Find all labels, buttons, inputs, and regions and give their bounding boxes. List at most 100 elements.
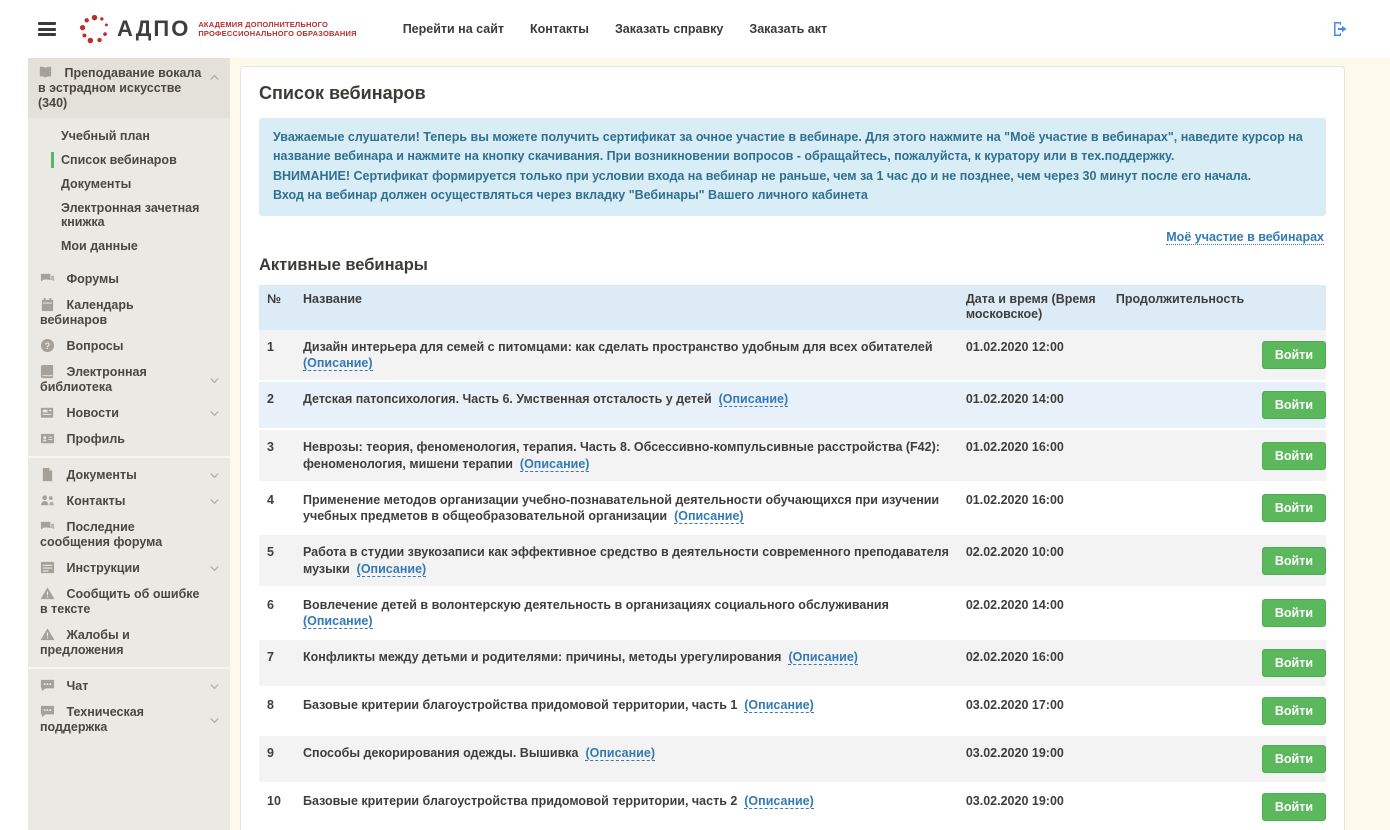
notice-line-1: Уважаемые слушатели! Теперь вы можете по…: [273, 128, 1312, 167]
sidebar-item-chat[interactable]: Чат: [28, 673, 230, 699]
course-title: Преподавание вокала в эстрадном искусств…: [38, 66, 201, 110]
webinar-duration: [1108, 639, 1254, 687]
chevron-down-icon: [209, 681, 220, 692]
sidebar-item-study-plan[interactable]: Учебный план: [28, 124, 230, 148]
sidebar-item-webinar-calendar[interactable]: Календарь вебинаров: [28, 292, 230, 333]
sidebar-group-2: Документы Контакты Последние сообщения ф…: [28, 456, 230, 667]
enter-button[interactable]: Войти: [1262, 649, 1326, 677]
sidebar-item-profile[interactable]: Профиль: [28, 426, 230, 452]
row-num: 8: [259, 687, 295, 735]
col-header-name: Название: [295, 285, 958, 330]
row-num: 10: [259, 783, 295, 830]
description-link[interactable]: (Описание): [788, 650, 858, 665]
enter-button[interactable]: Войти: [1262, 599, 1326, 627]
page-title: Список вебинаров: [259, 83, 1326, 104]
sidebar-item-instructions[interactable]: Инструкции: [28, 555, 230, 581]
description-link[interactable]: (Описание): [719, 392, 789, 407]
enter-button[interactable]: Войти: [1262, 745, 1326, 773]
nav-contacts[interactable]: Контакты: [530, 22, 589, 36]
sidebar-item-report-error[interactable]: Сообщить об ошибке в тексте: [28, 581, 230, 622]
description-link[interactable]: (Описание): [303, 356, 373, 371]
description-link[interactable]: (Описание): [744, 794, 814, 809]
row-num: 1: [259, 330, 295, 382]
notice-line-3: Вход на вебинар должен осуществляться че…: [273, 186, 1312, 205]
hamburger-menu-icon[interactable]: [38, 22, 56, 36]
sidebar-item-news[interactable]: Новости: [28, 400, 230, 426]
sidebar-item-my-data[interactable]: Мои данные: [28, 234, 230, 258]
sidebar-item-gradebook[interactable]: Электронная зачетная книжка: [28, 196, 230, 234]
warning-icon: [40, 586, 55, 601]
nav-go-to-site[interactable]: Перейти на сайт: [403, 22, 504, 36]
col-header-action: [1254, 285, 1326, 330]
description-link[interactable]: (Описание): [744, 698, 814, 713]
sidebar-group-1: Форумы Календарь вебинаров Вопросы Элект…: [28, 262, 230, 456]
sidebar-item-documents[interactable]: Документы: [28, 172, 230, 196]
webinar-duration: [1108, 381, 1254, 429]
sidebar-item-e-library[interactable]: Электронная библиотека: [28, 359, 230, 400]
webinar-datetime: 03.02.2020 17:00: [958, 687, 1108, 735]
enter-button[interactable]: Войти: [1262, 793, 1326, 821]
table-row: 4 Применение методов организации учебно-…: [259, 482, 1326, 535]
enter-button[interactable]: Войти: [1262, 391, 1326, 419]
certificate-notice: Уважаемые слушатели! Теперь вы можете по…: [259, 118, 1326, 216]
col-header-num: №: [259, 285, 295, 330]
nav-order-act[interactable]: Заказать акт: [749, 22, 827, 36]
col-header-datetime: Дата и время (Время московское): [958, 285, 1108, 330]
main-area: Список вебинаров Уважаемые слушатели! Те…: [230, 58, 1390, 830]
webinar-duration: [1108, 429, 1254, 482]
webinar-datetime: 03.02.2020 19:00: [958, 735, 1108, 783]
enter-button[interactable]: Войти: [1262, 547, 1326, 575]
table-row: 9 Способы декорирования одежды. Вышивка …: [259, 735, 1326, 783]
sidebar-item-documents-global[interactable]: Документы: [28, 462, 230, 488]
table-row: 3 Неврозы: теория, феноменология, терапи…: [259, 429, 1326, 482]
description-link[interactable]: (Описание): [674, 509, 744, 524]
sidebar-item-contacts[interactable]: Контакты: [28, 488, 230, 514]
description-link[interactable]: (Описание): [357, 562, 427, 577]
chevron-down-icon: [209, 715, 220, 726]
description-link[interactable]: (Описание): [520, 457, 590, 472]
webinar-datetime: 03.02.2020 19:00: [958, 783, 1108, 830]
webinar-name: Базовые критерии благоустройства придомо…: [303, 698, 737, 712]
table-row: 5 Работа в студии звукозаписи как эффект…: [259, 534, 1326, 587]
my-participation-link[interactable]: Моё участие в вебинарах: [1166, 230, 1324, 245]
table-row: 8 Базовые критерии благоустройства придо…: [259, 687, 1326, 735]
sidebar-item-forum-messages[interactable]: Последние сообщения форума: [28, 514, 230, 555]
sidebar-course-header[interactable]: Преподавание вокала в эстрадном искусств…: [28, 58, 230, 118]
webinar-duration: [1108, 482, 1254, 535]
document-icon: [40, 467, 55, 482]
row-num: 2: [259, 381, 295, 429]
description-link[interactable]: (Описание): [585, 746, 655, 761]
sidebar-item-questions[interactable]: Вопросы: [28, 333, 230, 359]
col-header-duration: Продолжительность: [1108, 285, 1254, 330]
webinar-name: Вовлечение детей в волонтерскую деятельн…: [303, 598, 889, 612]
webinar-name: Способы декорирования одежды. Вышивка: [303, 746, 579, 760]
chevron-up-icon: [209, 72, 220, 83]
webinar-datetime: 01.02.2020 14:00: [958, 381, 1108, 429]
chevron-down-icon: [209, 470, 220, 481]
participation-link-row: Моё участие в вебинарах: [261, 228, 1324, 246]
webinar-name: Конфликты между детьми и родителями: при…: [303, 650, 781, 664]
enter-button[interactable]: Войти: [1262, 442, 1326, 470]
comment-icon: [40, 704, 55, 719]
webinar-datetime: 01.02.2020 16:00: [958, 429, 1108, 482]
webinar-name: Применение методов организации учебно-по…: [303, 493, 939, 523]
enter-button[interactable]: Войти: [1262, 494, 1326, 522]
sidebar-item-complaints[interactable]: Жалобы и предложения: [28, 622, 230, 663]
enter-button[interactable]: Войти: [1262, 697, 1326, 725]
enter-button[interactable]: Войти: [1262, 341, 1326, 369]
sidebar-item-tech-support[interactable]: Техническая поддержка: [28, 699, 230, 740]
sidebar-item-forums[interactable]: Форумы: [28, 266, 230, 292]
webinar-name: Базовые критерии благоустройства придомо…: [303, 794, 737, 808]
description-link[interactable]: (Описание): [303, 614, 373, 629]
book-open-icon: [38, 65, 53, 80]
nav-order-certificate[interactable]: Заказать справку: [615, 22, 723, 36]
warning-icon: [40, 627, 55, 642]
sign-out-icon[interactable]: [1332, 21, 1348, 42]
question-icon: [40, 338, 55, 353]
calendar-icon: [40, 297, 55, 312]
table-row: 10 Базовые критерии благоустройства прид…: [259, 783, 1326, 830]
sidebar-item-webinar-list[interactable]: Список вебинаров: [28, 148, 230, 172]
logo-acronym: АДПО: [117, 16, 190, 42]
list-icon: [40, 560, 55, 575]
adpo-logo[interactable]: АДПО АКАДЕМИЯ ДОПОЛНИТЕЛЬНОГО ПРОФЕССИОН…: [78, 13, 357, 46]
